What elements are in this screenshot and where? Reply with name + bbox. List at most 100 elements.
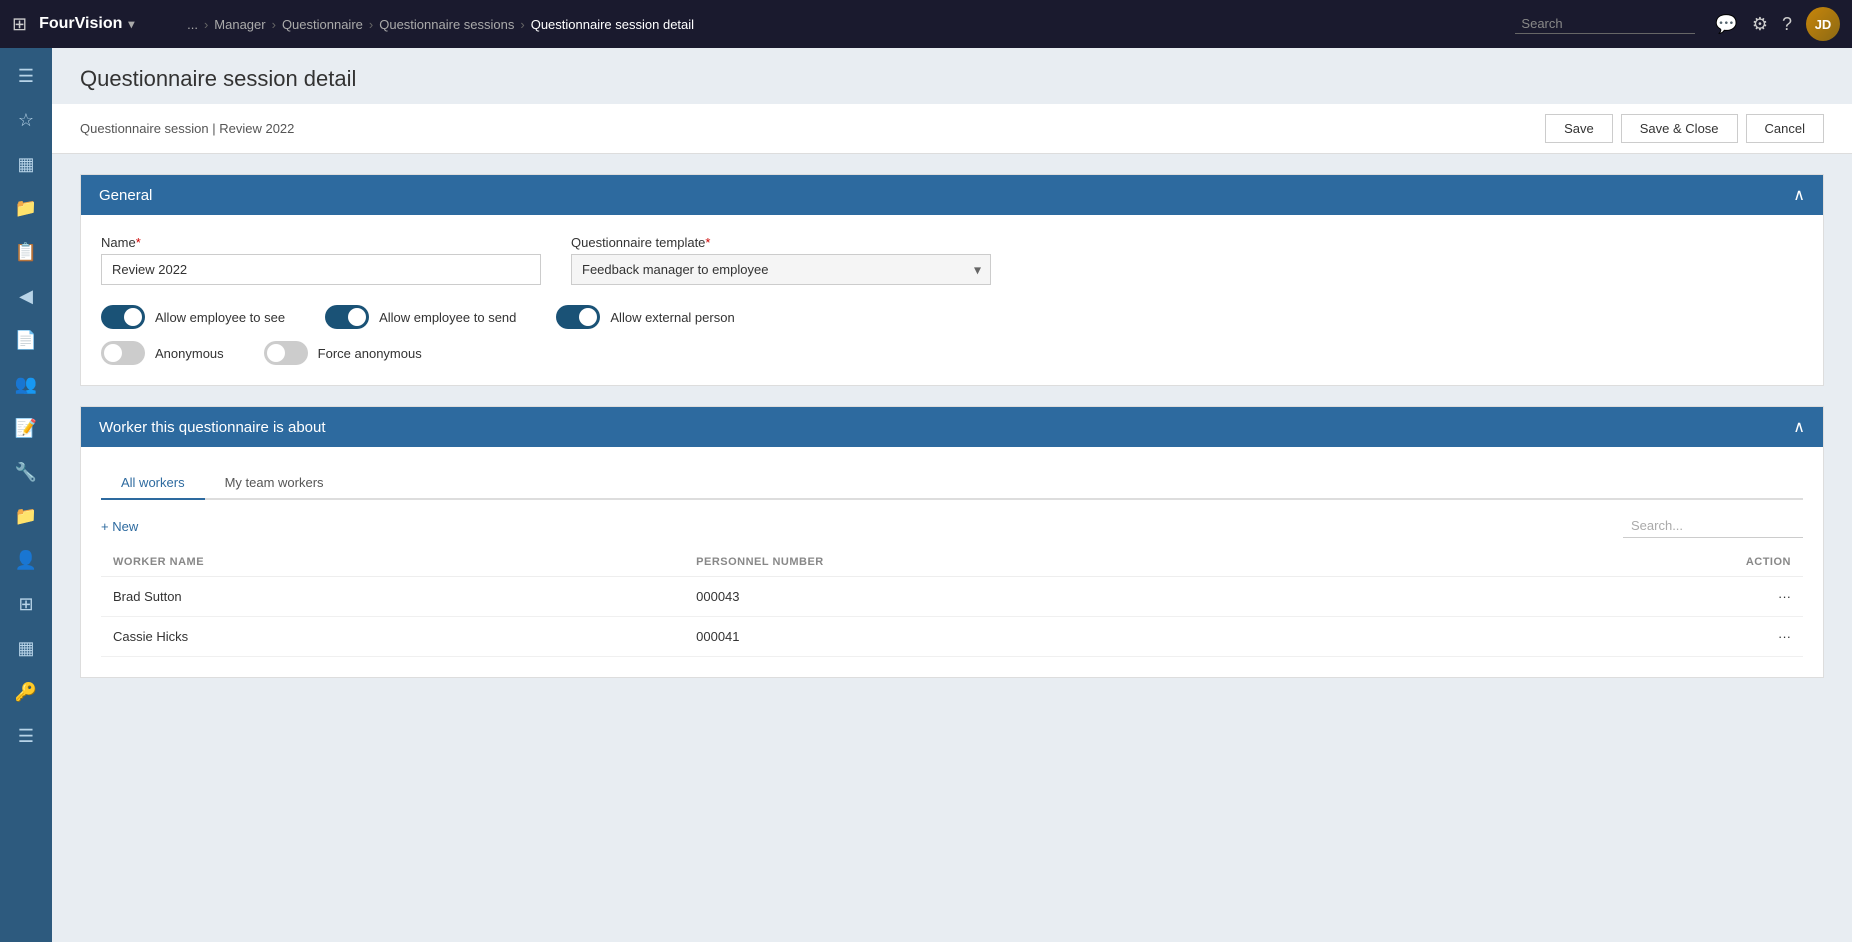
breadcrumb: ... › Manager › Questionnaire › Question… (187, 17, 1507, 32)
brand-logo: FourVision ▾ (39, 15, 179, 33)
page-header: Questionnaire session detail (52, 48, 1852, 104)
template-label: Questionnaire template* (571, 235, 991, 250)
sidebar-item-back[interactable]: ◀ (6, 276, 46, 316)
template-select[interactable]: Feedback manager to employee (571, 254, 991, 285)
general-section: General ∧ Name* Qu (80, 174, 1824, 386)
workers-search-input[interactable] (1623, 514, 1803, 538)
table-toolbar: + New (101, 514, 1803, 538)
allow-employee-see-slider (101, 305, 145, 329)
template-select-wrapper: Feedback manager to employee ▾ (571, 254, 991, 285)
workers-table: WORKER NAME PERSONNEL NUMBER ACTION Brad… (101, 548, 1803, 657)
sidebar-item-grid2[interactable]: ▦ (6, 628, 46, 668)
toggles-row-1: Allow employee to see Allow employee to … (101, 305, 1803, 329)
personnel-number-cell: 000043 (684, 577, 1452, 617)
allow-external-label: Allow external person (610, 310, 734, 325)
cancel-button[interactable]: Cancel (1746, 114, 1824, 143)
general-section-title: General (99, 187, 152, 204)
workers-section-body: All workers My team workers + New WORKER… (81, 447, 1823, 677)
anonymous-label: Anonymous (155, 346, 224, 361)
general-section-body: Name* Questionnaire template* Feedback m… (81, 215, 1823, 385)
breadcrumb-questionnaire[interactable]: Questionnaire (282, 17, 363, 32)
tab-my-team-workers[interactable]: My team workers (205, 467, 344, 500)
col-personnel-number: PERSONNEL NUMBER (684, 548, 1452, 577)
allow-employee-send-label: Allow employee to send (379, 310, 516, 325)
help-icon[interactable]: ? (1782, 14, 1792, 35)
allow-employee-send-slider (325, 305, 369, 329)
template-field-group: Questionnaire template* Feedback manager… (571, 235, 991, 285)
tab-all-workers[interactable]: All workers (101, 467, 205, 500)
sidebar-item-favorites[interactable]: ☆ (6, 100, 46, 140)
table-row: Brad Sutton 000043 ··· (101, 577, 1803, 617)
content-area: Questionnaire session detail Questionnai… (52, 48, 1852, 942)
nav-icons: 💬 ⚙ ? JD (1715, 7, 1840, 41)
anonymous-toggle[interactable] (101, 341, 145, 365)
breadcrumb-manager[interactable]: Manager (214, 17, 265, 32)
allow-external-slider (556, 305, 600, 329)
workers-table-body: Brad Sutton 000043 ··· Cassie Hicks 0000… (101, 577, 1803, 657)
table-row: Cassie Hicks 000041 ··· (101, 617, 1803, 657)
sidebar-item-document[interactable]: 📄 (6, 320, 46, 360)
sidebar-item-clipboard[interactable]: 📋 (6, 232, 46, 272)
new-button[interactable]: + New (101, 519, 138, 534)
sidebar: ☰ ☆ ▦ 📁 📋 ◀ 📄 👥 📝 🔧 📁 👤 ⊞ ▦ 🔑 ☰ (0, 48, 52, 942)
save-close-button[interactable]: Save & Close (1621, 114, 1738, 143)
row-action-button[interactable]: ··· (1452, 577, 1803, 617)
brand-name: FourVision (39, 15, 122, 33)
name-field-group: Name* (101, 235, 541, 285)
sidebar-item-key[interactable]: 🔑 (6, 672, 46, 712)
sidebar-item-folder[interactable]: 📁 (6, 188, 46, 228)
row-action-button[interactable]: ··· (1452, 617, 1803, 657)
anonymous-slider (101, 341, 145, 365)
worker-name-cell: Brad Sutton (101, 577, 684, 617)
toolbar: Questionnaire session | Review 2022 Save… (52, 104, 1852, 154)
workers-collapse-icon[interactable]: ∧ (1793, 417, 1805, 437)
toggle-allow-employee-send: Allow employee to send (325, 305, 516, 329)
sidebar-item-folder2[interactable]: 📁 (6, 496, 46, 536)
workers-table-header: WORKER NAME PERSONNEL NUMBER ACTION (101, 548, 1803, 577)
col-worker-name: WORKER NAME (101, 548, 684, 577)
toolbar-breadcrumb: Questionnaire session | Review 2022 (80, 121, 294, 136)
name-label: Name* (101, 235, 541, 250)
sidebar-item-person[interactable]: 👤 (6, 540, 46, 580)
sidebar-item-notes[interactable]: 📝 (6, 408, 46, 448)
allow-external-toggle[interactable] (556, 305, 600, 329)
name-input[interactable] (101, 254, 541, 285)
settings-icon[interactable]: ⚙ (1752, 14, 1768, 35)
toggle-allow-employee-see: Allow employee to see (101, 305, 285, 329)
form-row-name-template: Name* Questionnaire template* Feedback m… (101, 235, 1803, 285)
table-header-row: WORKER NAME PERSONNEL NUMBER ACTION (101, 548, 1803, 577)
toggle-force-anonymous: Force anonymous (264, 341, 422, 365)
breadcrumb-sessions[interactable]: Questionnaire sessions (379, 17, 514, 32)
chat-icon[interactable]: 💬 (1715, 14, 1737, 35)
toolbar-actions: Save Save & Close Cancel (1545, 114, 1824, 143)
sidebar-item-people[interactable]: 👥 (6, 364, 46, 404)
breadcrumb-current: Questionnaire session detail (531, 17, 694, 32)
allow-employee-see-toggle[interactable] (101, 305, 145, 329)
sections-wrapper: General ∧ Name* Qu (52, 154, 1852, 698)
brand-chevron-icon: ▾ (128, 17, 134, 31)
general-collapse-icon[interactable]: ∧ (1793, 185, 1805, 205)
sidebar-item-tools[interactable]: 🔧 (6, 452, 46, 492)
search-input[interactable] (1515, 14, 1695, 34)
general-section-header: General ∧ (81, 175, 1823, 215)
breadcrumb-ellipsis: ... (187, 17, 198, 32)
col-action: ACTION (1452, 548, 1803, 577)
sidebar-item-menu[interactable]: ☰ (6, 716, 46, 756)
sidebar-item-grid[interactable]: ⊞ (6, 584, 46, 624)
workers-section-header: Worker this questionnaire is about ∧ (81, 407, 1823, 447)
main-layout: ☰ ☆ ▦ 📁 📋 ◀ 📄 👥 📝 🔧 📁 👤 ⊞ ▦ 🔑 ☰ Question… (0, 48, 1852, 942)
save-button[interactable]: Save (1545, 114, 1613, 143)
allow-employee-send-toggle[interactable] (325, 305, 369, 329)
force-anonymous-slider (264, 341, 308, 365)
app-grid-icon[interactable]: ⊞ (12, 14, 27, 35)
workers-tabs: All workers My team workers (101, 467, 1803, 500)
top-navigation: ⊞ FourVision ▾ ... › Manager › Questionn… (0, 0, 1852, 48)
page-title: Questionnaire session detail (80, 66, 1824, 92)
sidebar-item-hamburger[interactable]: ☰ (6, 56, 46, 96)
force-anonymous-toggle[interactable] (264, 341, 308, 365)
sidebar-item-dashboard[interactable]: ▦ (6, 144, 46, 184)
avatar[interactable]: JD (1806, 7, 1840, 41)
toggles-row-2: Anonymous Force anonymous (101, 341, 1803, 365)
worker-name-cell: Cassie Hicks (101, 617, 684, 657)
personnel-number-cell: 000041 (684, 617, 1452, 657)
